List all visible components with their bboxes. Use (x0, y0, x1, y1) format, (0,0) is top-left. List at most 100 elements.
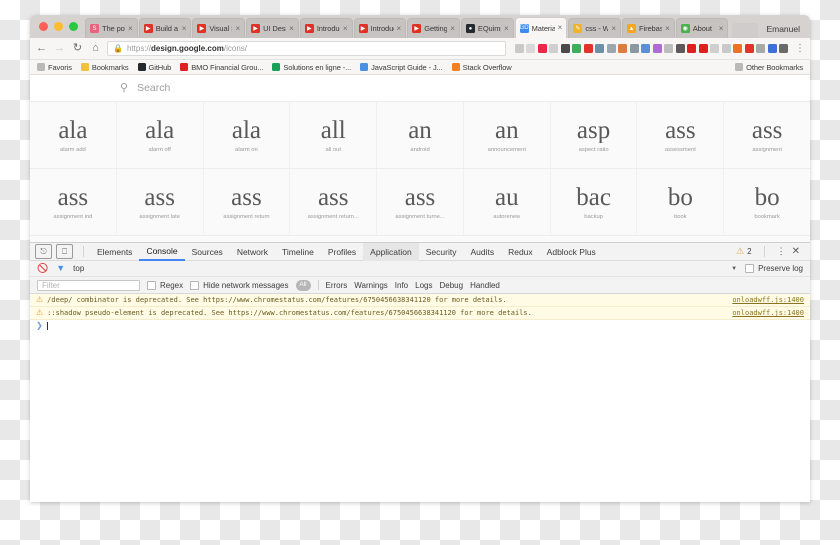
close-icon[interactable]: × (235, 24, 240, 33)
reload-icon[interactable]: ↻ (71, 43, 84, 54)
bookmark-item[interactable]: Favoris (37, 63, 72, 72)
extension-icon[interactable] (537, 44, 547, 53)
icon-grid-cell[interactable]: an announcement (464, 102, 551, 168)
close-icon[interactable]: × (397, 24, 402, 33)
devtools-tab-profiles[interactable]: Profiles (321, 243, 363, 261)
device-toolbar-icon[interactable]: ⎕ (56, 244, 73, 259)
site-search-bar[interactable]: ⚲ Search (30, 75, 810, 102)
devtools-tab-network[interactable]: Network (230, 243, 275, 261)
icon-grid-cell[interactable]: ass assignment turne... (377, 169, 464, 235)
minimize-window-button[interactable] (54, 22, 63, 31)
extension-icon[interactable] (756, 44, 765, 53)
bookmark-item[interactable]: Stack Overflow (451, 63, 512, 72)
icon-grid-cell[interactable]: ass assignment return... (290, 169, 378, 235)
preserve-log-checkbox[interactable]: Preserve log (745, 264, 803, 273)
close-icon[interactable]: × (450, 24, 455, 33)
close-icon[interactable]: × (665, 24, 670, 33)
profile-name[interactable]: Emanuel (758, 24, 810, 38)
extension-icon[interactable] (710, 44, 719, 53)
icon-grid-cell[interactable]: an android (377, 102, 464, 168)
clear-console-icon[interactable]: 🚫 (37, 264, 48, 273)
close-icon[interactable]: × (128, 24, 133, 33)
console-prompt[interactable]: ❯ (30, 320, 810, 332)
browser-tab[interactable]: ▶UI Desig× (246, 18, 299, 38)
search-input[interactable]: Search (137, 82, 170, 94)
inspect-element-icon[interactable]: ⎋ (35, 244, 52, 259)
execution-context-selector[interactable]: top (73, 264, 84, 273)
bookmark-item[interactable]: GitHub (137, 63, 171, 72)
extension-icon[interactable] (675, 44, 685, 53)
icon-grid-cell[interactable]: ass assignment ind (30, 169, 117, 235)
level-filter-debug[interactable]: Debug (439, 281, 463, 290)
browser-tab[interactable]: ▲Firebase× (622, 18, 675, 38)
devtools-tab-timeline[interactable]: Timeline (275, 243, 321, 261)
extension-icon[interactable] (629, 44, 639, 53)
icon-grid-cell[interactable]: all all out (290, 102, 378, 168)
icon-grid-cell[interactable]: ala alarm off (117, 102, 204, 168)
devtools-tab-console[interactable]: Console (139, 243, 185, 261)
level-filter-info[interactable]: Info (395, 281, 408, 290)
devtools-tab-adblock-plus[interactable]: Adblock Plus (540, 243, 603, 261)
extension-icon[interactable] (664, 44, 673, 53)
browser-tab[interactable]: ▶ Getting × (407, 18, 460, 38)
browser-tab[interactable]: ●EQuimp× (460, 18, 514, 38)
address-bar[interactable]: 🔒 https://design.google.com/icons/ (107, 41, 506, 56)
close-window-button[interactable] (39, 22, 48, 31)
devtools-tab-application[interactable]: Application (363, 242, 419, 261)
new-tab-button[interactable] (732, 23, 759, 38)
devtools-tab-security[interactable]: Security (419, 243, 464, 261)
close-icon[interactable]: × (719, 24, 724, 33)
bookmark-item[interactable]: Solutions en ligne -... (272, 63, 351, 72)
extension-icon[interactable] (733, 44, 742, 53)
close-icon[interactable]: × (343, 24, 348, 33)
other-bookmarks-button[interactable]: Other Bookmarks (735, 63, 803, 72)
kebab-menu-icon[interactable]: ⋮ (777, 247, 786, 256)
close-icon[interactable]: × (182, 24, 187, 33)
devtools-tab-elements[interactable]: Elements (90, 243, 139, 261)
extension-icon[interactable] (560, 44, 570, 53)
chevron-down-icon[interactable]: ▼ (731, 266, 737, 272)
browser-tab[interactable]: SThe pow× (85, 18, 138, 38)
level-filter-warnings[interactable]: Warnings (354, 281, 388, 290)
extension-icon[interactable] (652, 44, 662, 53)
icon-grid-cell[interactable]: ass assessment (637, 102, 725, 168)
arrow-right-icon[interactable]: → (53, 43, 66, 54)
icon-grid-cell[interactable]: bo bookmark (724, 169, 810, 235)
extension-icon[interactable] (618, 44, 627, 53)
close-icon[interactable]: × (558, 24, 563, 32)
extension-icon[interactable] (549, 44, 558, 53)
icon-grid-cell[interactable]: ass assignment (724, 102, 810, 168)
browser-tab[interactable]: ◉ About × (675, 18, 729, 38)
browser-tab[interactable]: ✎css - W3× (568, 18, 622, 38)
extension-icon[interactable] (583, 44, 593, 53)
level-filter-all[interactable]: All (295, 279, 311, 291)
close-icon[interactable]: ✕ (792, 246, 800, 257)
message-source-link[interactable]: onloadwff.js:1400 (726, 309, 804, 317)
icon-grid-cell[interactable]: bac backup (551, 169, 638, 235)
message-source-link[interactable]: onloadwff.js:1400 (726, 296, 804, 304)
regex-checkbox[interactable]: Regex (147, 280, 183, 290)
arrow-left-icon[interactable]: ← (35, 43, 48, 54)
extension-icon[interactable] (526, 44, 535, 53)
warning-count-badge[interactable]: ⚠ 2 (736, 247, 752, 257)
icon-grid-cell[interactable]: bo book (637, 169, 725, 235)
extension-icon[interactable] (606, 44, 616, 53)
extension-icon[interactable] (687, 44, 696, 53)
close-icon[interactable]: × (289, 24, 294, 33)
extension-icon[interactable] (595, 44, 604, 53)
browser-tab[interactable]: GDMaterial× (514, 17, 568, 38)
icon-grid-cell[interactable]: asp aspect ratio (551, 102, 638, 168)
extension-icon[interactable] (721, 44, 731, 53)
icon-grid-cell[interactable]: ala alarm on (204, 102, 291, 168)
icon-grid-cell[interactable]: ala alarm add (30, 102, 117, 168)
filter-funnel-icon[interactable]: ▼ (56, 264, 65, 273)
devtools-tab-audits[interactable]: Audits (463, 243, 501, 261)
devtools-tab-sources[interactable]: Sources (185, 243, 230, 261)
browser-tab[interactable]: ▶Visual S× (192, 18, 246, 38)
bookmark-item[interactable]: Bookmarks (80, 63, 129, 72)
kebab-menu-icon[interactable]: ⋮ (793, 43, 805, 54)
bookmark-item[interactable]: JavaScript Guide - J... (360, 63, 443, 72)
bookmark-item[interactable]: BMO Financial Grou... (180, 63, 263, 72)
level-filter-handled[interactable]: Handled (470, 281, 500, 290)
close-icon[interactable]: × (504, 24, 509, 33)
